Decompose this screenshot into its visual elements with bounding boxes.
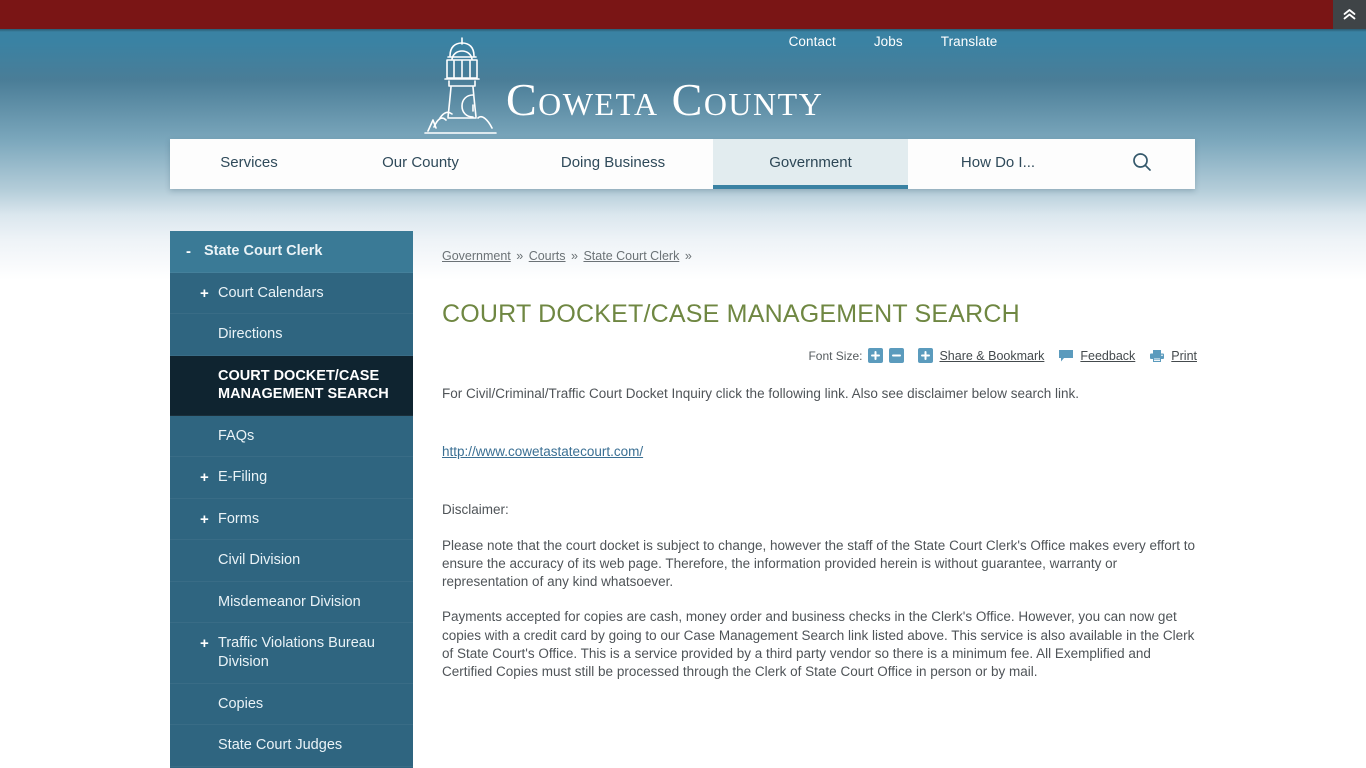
font-size-decrease-button[interactable] — [889, 348, 905, 363]
sidebar-item-label: Misdemeanor Division — [218, 593, 361, 610]
sidebar-item-e-filing[interactable]: + E-Filing — [170, 457, 413, 499]
nav-item-services[interactable]: Services — [170, 139, 328, 189]
page-title: COURT DOCKET/CASE MANAGEMENT SEARCH — [442, 300, 1020, 328]
breadcrumb-trailing-separator: » — [684, 249, 692, 263]
font-size-increase-button[interactable] — [868, 348, 884, 363]
nav-item-doing-business[interactable]: Doing Business — [513, 139, 713, 189]
sidebar-item-forms[interactable]: + Forms — [170, 499, 413, 541]
section-sidebar: - State Court Clerk + Court Calendars Di… — [170, 231, 413, 768]
sidebar-item-copies[interactable]: Copies — [170, 684, 413, 726]
breadcrumb-separator: » — [516, 249, 524, 263]
sidebar-toggle-icon[interactable]: + — [200, 468, 209, 487]
sidebar-toggle-icon[interactable]: + — [200, 284, 209, 303]
sidebar-item-court-docket-case-management-search[interactable]: COURT DOCKET/CASE MANAGEMENT SEARCH — [170, 355, 413, 416]
feedback-link[interactable]: Feedback — [1080, 349, 1135, 363]
printer-icon — [1150, 349, 1165, 362]
sidebar-item-faqs[interactable]: FAQs — [170, 416, 413, 458]
sidebar-item-state-court-clerk[interactable]: - State Court Clerk — [170, 231, 413, 273]
nav-search-button[interactable] — [1088, 139, 1195, 189]
top-accent-bar — [0, 0, 1366, 29]
sidebar-toggle-icon[interactable]: + — [200, 634, 209, 653]
sidebar-toggle-icon[interactable]: - — [186, 242, 191, 261]
external-docket-link[interactable]: http://www.cowetastatecourt.com/ — [442, 444, 643, 459]
content-body: For Civil/Criminal/Traffic Court Docket … — [442, 385, 1197, 681]
collapse-header-button[interactable] — [1333, 0, 1366, 29]
intro-paragraph: For Civil/Criminal/Traffic Court Docket … — [442, 386, 1079, 401]
site-brand[interactable]: Coweta County — [422, 32, 823, 137]
sidebar-item-label: E-Filing — [218, 469, 268, 486]
feedback-control: Feedback — [1058, 349, 1135, 363]
search-icon — [1132, 153, 1151, 171]
minus-icon — [892, 354, 902, 357]
breadcrumb: Government » Courts » State Court Clerk … — [442, 231, 1197, 263]
sidebar-toggle-icon[interactable]: + — [200, 510, 209, 529]
share-add-button[interactable] — [918, 348, 934, 363]
disclaimer-paragraph-2: Payments accepted for copies are cash, m… — [442, 609, 1195, 679]
speech-bubble-icon — [1059, 350, 1074, 362]
breadcrumb-link-government[interactable]: Government — [442, 249, 511, 263]
page-tools: Font Size: Share & Bookmark Feedback Pri… — [442, 348, 1197, 363]
font-size-label: Font Size: — [808, 348, 863, 363]
utility-link-jobs[interactable]: Jobs — [874, 34, 903, 49]
double-chevron-up-icon — [1343, 9, 1356, 20]
sidebar-item-label: Forms — [218, 510, 260, 527]
sidebar-item-label: State Court Clerk — [204, 243, 323, 259]
breadcrumb-link-courts[interactable]: Courts — [529, 249, 566, 263]
site-title: Coweta County — [506, 74, 824, 125]
plus-icon — [921, 351, 931, 360]
disclaimer-paragraph-1: Please note that the court docket is sub… — [442, 537, 1195, 590]
utility-link-translate[interactable]: Translate — [941, 34, 998, 49]
main-navigation: Services Our County Doing Business Gover… — [170, 139, 1195, 189]
sidebar-item-civil-division[interactable]: Civil Division — [170, 540, 413, 582]
breadcrumb-link-state-court-clerk[interactable]: State Court Clerk — [583, 249, 679, 263]
page-root: Contact Jobs Translate Coweta County Ser… — [0, 0, 1366, 768]
font-size-control: Font Size: — [808, 348, 905, 363]
breadcrumb-separator: » — [571, 249, 578, 263]
disclaimer-label: Disclaimer: — [442, 502, 509, 518]
share-bookmark-link[interactable]: Share & Bookmark — [939, 349, 1044, 363]
nav-item-how-do-i[interactable]: How Do I... — [908, 139, 1088, 189]
sidebar-item-label: Civil Division — [218, 552, 301, 569]
sidebar-item-label: COURT DOCKET/CASE MANAGEMENT SEARCH — [218, 367, 389, 403]
sidebar-item-court-calendars[interactable]: + Court Calendars — [170, 273, 413, 315]
lighthouse-logo-icon — [424, 37, 497, 134]
sidebar-item-state-court-judges[interactable]: State Court Judges — [170, 725, 413, 767]
nav-item-government[interactable]: Government — [713, 139, 908, 189]
sidebar-item-directions[interactable]: Directions — [170, 314, 413, 356]
sidebar-item-traffic-violations-bureau-division[interactable]: + Traffic Violations Bureau Division — [170, 623, 413, 684]
sidebar-item-misdemeanor-division[interactable]: Misdemeanor Division — [170, 582, 413, 624]
print-control: Print — [1149, 349, 1197, 363]
sidebar-item-label: Copies — [218, 695, 264, 712]
nav-item-our-county[interactable]: Our County — [328, 139, 513, 189]
sidebar-item-label: FAQs — [218, 427, 255, 444]
main-content: Government » Courts » State Court Clerk … — [442, 231, 1197, 681]
print-link[interactable]: Print — [1171, 349, 1197, 363]
share-bookmark-control: Share & Bookmark — [918, 348, 1044, 363]
sidebar-item-label: Court Calendars — [218, 284, 324, 301]
sidebar-item-label: Traffic Violations Bureau Division — [218, 635, 375, 671]
sidebar-item-label: State Court Judges — [218, 737, 343, 754]
sidebar-item-label: Directions — [218, 326, 283, 343]
plus-icon — [871, 351, 881, 360]
